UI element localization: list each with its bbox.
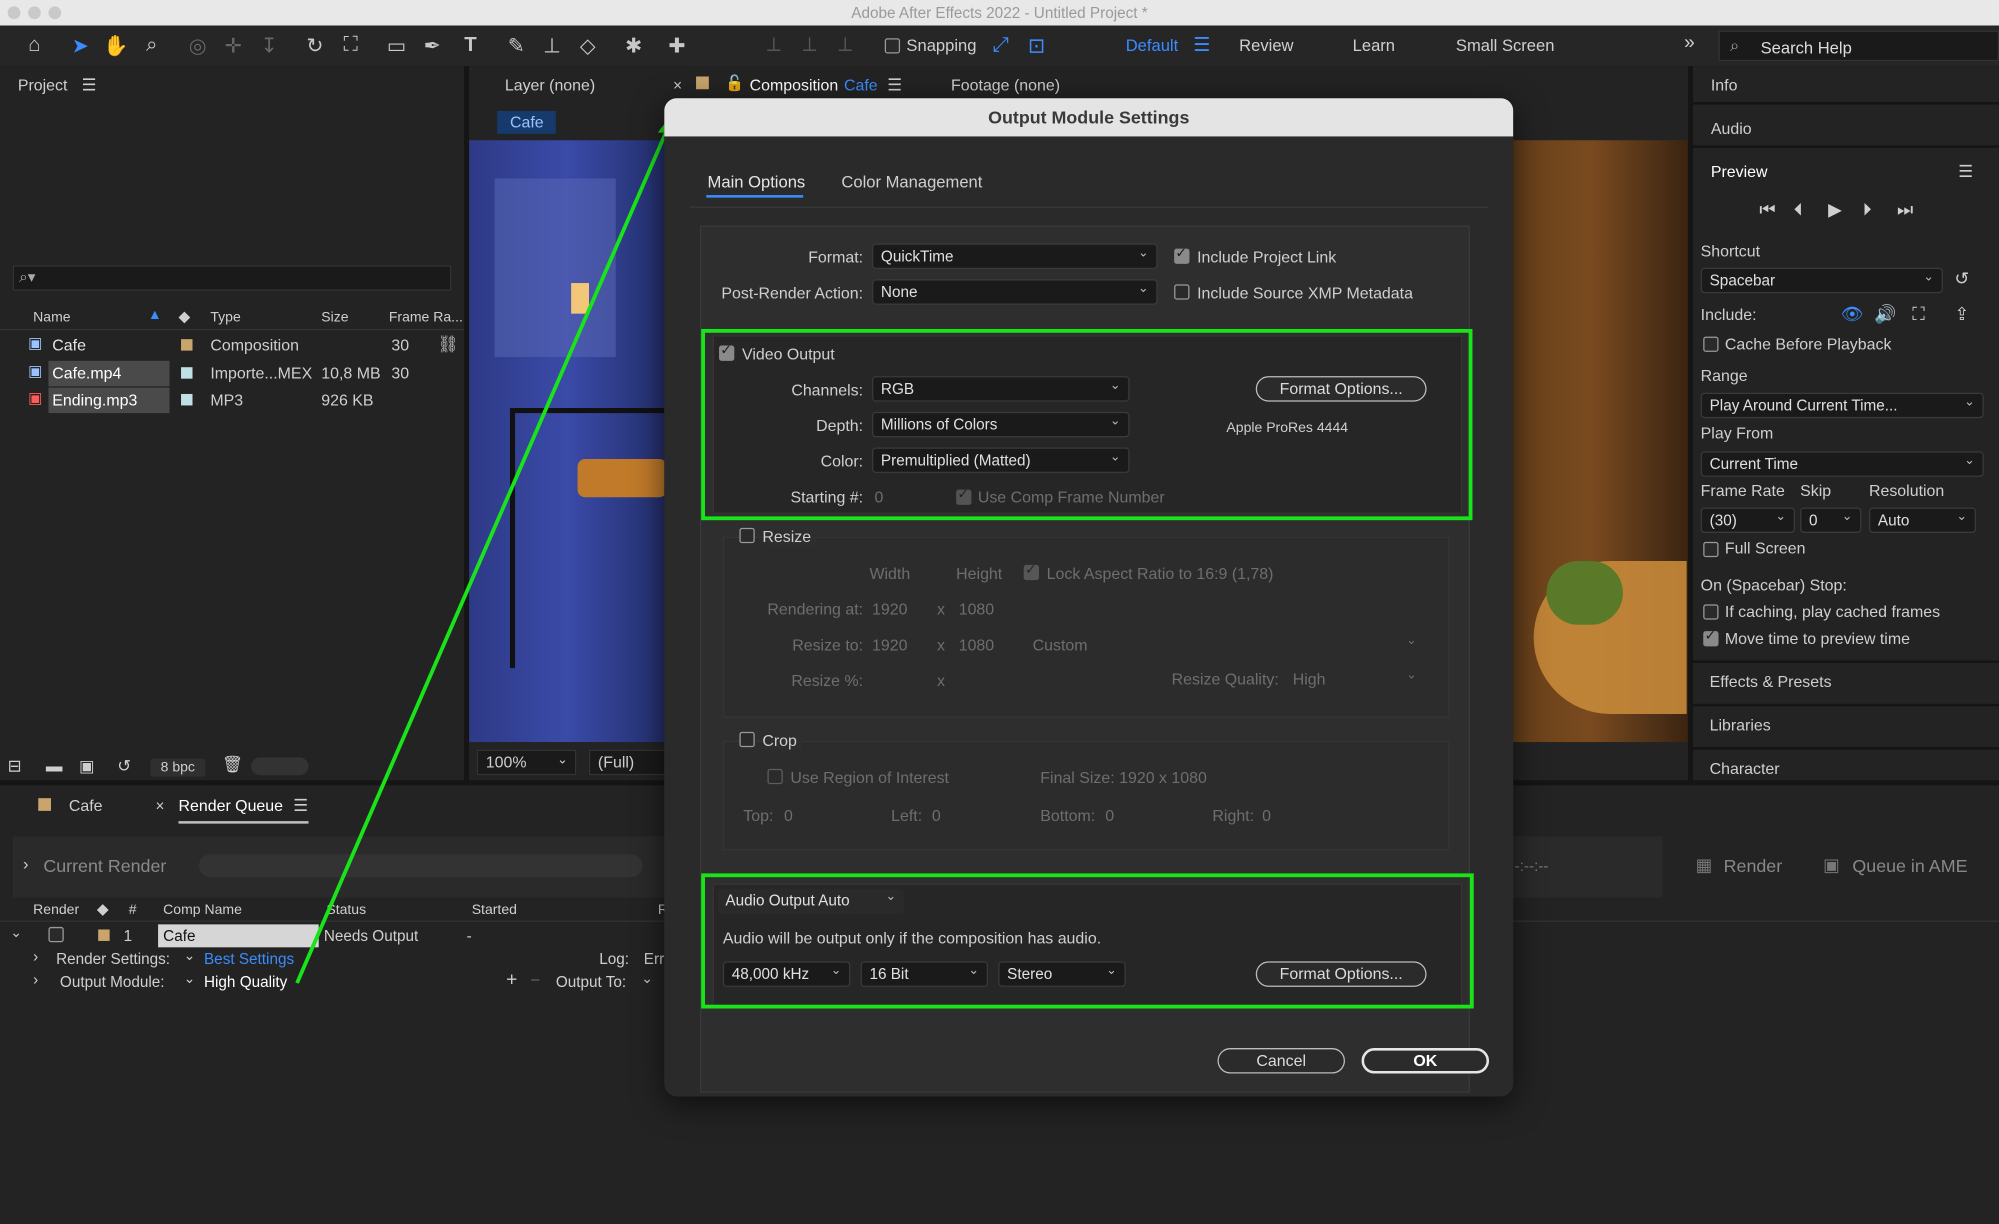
chevron-down-icon: ⌄ xyxy=(1137,246,1149,261)
chevron-down-icon: ⌄ xyxy=(1406,633,1417,648)
chevron-down-icon: ⌄ xyxy=(1137,281,1149,296)
tab-main-options[interactable]: Main Options xyxy=(708,172,806,191)
resize-height-field[interactable]: 1080 xyxy=(959,636,994,654)
crop-bottom-field[interactable]: 0 xyxy=(1105,807,1114,825)
post-render-label: Post-Render Action: xyxy=(721,284,864,303)
crop-right-field[interactable]: 0 xyxy=(1262,807,1271,825)
output-module-settings-dialog: Output Module Settings Main Options Colo… xyxy=(664,98,1514,1097)
resize-label: Resize xyxy=(762,527,817,546)
resize-preset-dropdown[interactable]: Custom xyxy=(1033,636,1088,654)
video-output-highlight xyxy=(701,328,1473,521)
format-dropdown[interactable]: QuickTime ⌄ xyxy=(872,243,1158,270)
dialog-title: Output Module Settings xyxy=(988,107,1190,128)
use-roi-checkbox[interactable] xyxy=(767,768,783,785)
dialog-title-bar: Output Module Settings xyxy=(664,98,1514,137)
format-label: Format: xyxy=(808,248,864,267)
crop-label: Crop xyxy=(762,731,803,750)
lock-aspect-checkbox[interactable] xyxy=(1023,561,1040,581)
final-size-label: Final Size: 1920 x 1080 xyxy=(1040,768,1207,787)
include-project-link-checkbox[interactable] xyxy=(1174,245,1190,264)
ok-button[interactable]: OK xyxy=(1361,1048,1490,1074)
include-xmp-checkbox[interactable] xyxy=(1174,284,1190,300)
chevron-down-icon: ⌄ xyxy=(1406,668,1417,683)
cancel-button[interactable]: Cancel xyxy=(1217,1048,1345,1074)
crop-section xyxy=(722,740,1450,851)
tab-color-management[interactable]: Color Management xyxy=(841,172,982,191)
crop-left-field[interactable]: 0 xyxy=(932,807,941,825)
include-project-link-label: Include Project Link xyxy=(1197,248,1337,267)
crop-checkbox[interactable] xyxy=(739,731,755,748)
audio-output-highlight xyxy=(701,873,1474,1009)
crop-top-field[interactable]: 0 xyxy=(784,807,793,825)
post-render-dropdown[interactable]: None ⌄ xyxy=(872,279,1158,305)
resize-width-field[interactable]: 1920 xyxy=(872,636,907,654)
resize-quality-dropdown[interactable]: High xyxy=(1293,671,1326,689)
include-xmp-label: Include Source XMP Metadata xyxy=(1197,284,1413,303)
resize-checkbox[interactable] xyxy=(739,527,755,544)
